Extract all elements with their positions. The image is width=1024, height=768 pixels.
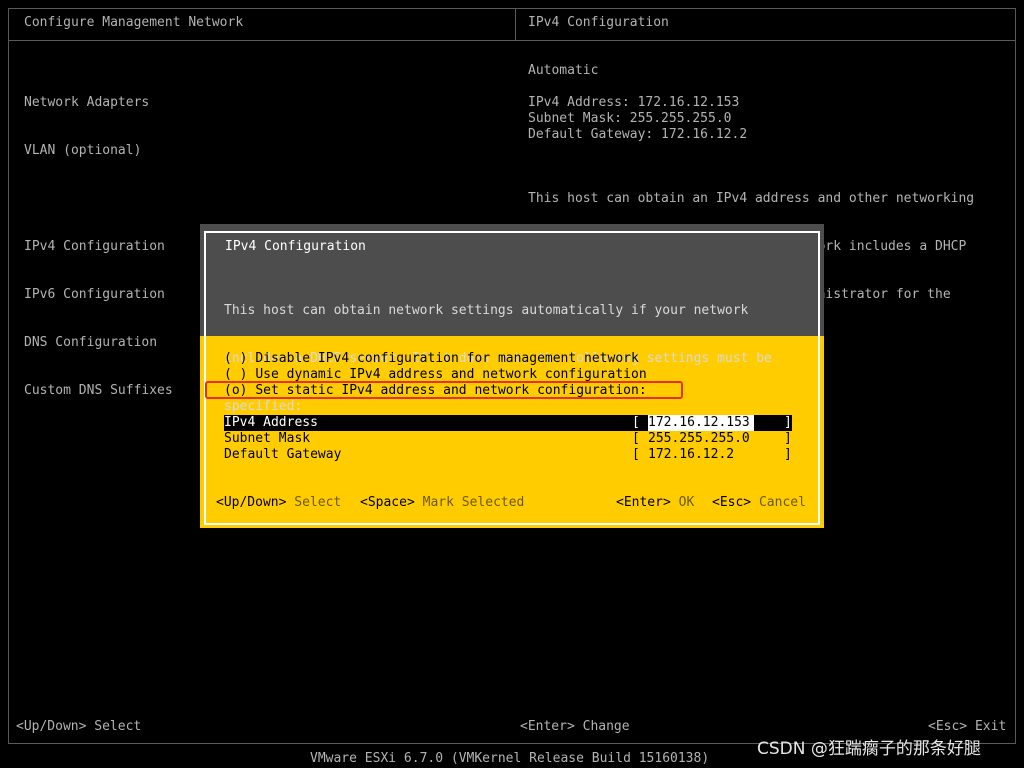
hint-key: <Enter>: [616, 495, 671, 510]
bracket-close: ]: [784, 415, 792, 430]
header-divider: [8, 40, 1016, 41]
field-subnet-mask[interactable]: Subnet Mask [ 255.255.255.0 ]: [224, 431, 792, 447]
bracket-open: [: [632, 415, 640, 430]
field-ipv4-address[interactable]: IPv4 Address [ 172.16.12.153 ]: [224, 415, 792, 431]
menu-item-dns-configuration[interactable]: DNS Configuration: [24, 335, 173, 351]
option-label: Use dynamic IPv4 address and network con…: [255, 367, 647, 382]
detail-subnet-mask: Subnet Mask: 255.255.255.0: [528, 111, 732, 126]
hint-key: <Up/Down>: [216, 495, 287, 510]
ipv4-configuration-dialog: IPv4 Configuration This host can obtain …: [200, 224, 824, 528]
field-label: IPv4 Address: [224, 415, 318, 430]
menu-item-vlan[interactable]: VLAN (optional): [24, 143, 173, 159]
hint-action: Cancel: [758, 495, 806, 510]
default-gateway-input[interactable]: 172.16.12.2: [648, 447, 734, 463]
ok-button[interactable]: <Enter> OK: [616, 495, 694, 511]
menu-item-custom-dns-suffixes[interactable]: Custom DNS Suffixes: [24, 383, 173, 399]
menu-item-ipv6-configuration[interactable]: IPv6 Configuration: [24, 287, 173, 303]
dialog-description-line: This host can obtain network settings au…: [224, 303, 749, 318]
field-label: Subnet Mask: [224, 431, 311, 446]
hint-action: Select: [294, 495, 342, 510]
subnet-mask-input[interactable]: 255.255.255.0: [648, 431, 750, 447]
menu-item-network-adapters[interactable]: Network Adapters: [24, 95, 173, 111]
cancel-button[interactable]: <Esc> Cancel: [712, 495, 806, 511]
dialog-description-line: specified:: [224, 399, 303, 414]
detail-description-line: This host can obtain an IPv4 address and…: [528, 191, 975, 206]
menu-spacer: [24, 191, 173, 207]
footer-select-hint[interactable]: <Up/Down> Select: [16, 719, 141, 735]
hint-space-mark[interactable]: <Space> Mark Selected: [360, 495, 524, 511]
bracket-close: ]: [784, 431, 792, 446]
hint-key: <Esc>: [712, 495, 752, 510]
ipv4-address-input[interactable]: 172.16.12.153: [648, 415, 754, 431]
radio-marker: ( ): [224, 351, 248, 366]
bracket-open: [: [632, 431, 640, 446]
hint-key: <Space>: [360, 495, 415, 510]
bracket-close: ]: [784, 447, 792, 462]
watermark: CSDN @狂踹瘸子的那条好腿: [757, 739, 981, 759]
detail-title: IPv4 Configuration: [528, 15, 669, 30]
detail-mode: Automatic: [528, 63, 599, 78]
screen-title: Configure Management Network: [24, 15, 244, 30]
detail-ipv4-address: IPv4 Address: 172.16.12.153: [528, 95, 740, 110]
menu-item-ipv4-configuration[interactable]: IPv4 Configuration: [24, 239, 173, 255]
detail-default-gateway: Default Gateway: 172.16.12.2: [528, 127, 748, 142]
version-string: VMware ESXi 6.7.0 (VMKernel Release Buil…: [310, 751, 710, 766]
dialog-title: IPv4 Configuration: [225, 239, 366, 254]
footer-change-hint[interactable]: <Enter> Change: [520, 719, 630, 735]
menu-list: Network Adapters VLAN (optional) IPv4 Co…: [24, 63, 173, 415]
hint-action: OK: [678, 495, 695, 510]
header-separator: [515, 8, 516, 41]
hint-updown-select[interactable]: <Up/Down> Select: [216, 495, 341, 511]
option-label: Disable IPv4 configuration for managemen…: [255, 351, 639, 366]
footer-exit-hint[interactable]: <Esc> Exit: [928, 719, 1006, 735]
field-label: Default Gateway: [224, 447, 342, 462]
option-disable-ipv4[interactable]: ( ) Disable IPv4 configuration for manag…: [224, 351, 639, 367]
radio-marker: ( ): [224, 367, 248, 382]
field-default-gateway[interactable]: Default Gateway [ 172.16.12.2 ]: [224, 447, 792, 463]
hint-action: Mark Selected: [422, 495, 525, 510]
bracket-open: [: [632, 447, 640, 462]
annotation-highlight: [205, 381, 683, 399]
